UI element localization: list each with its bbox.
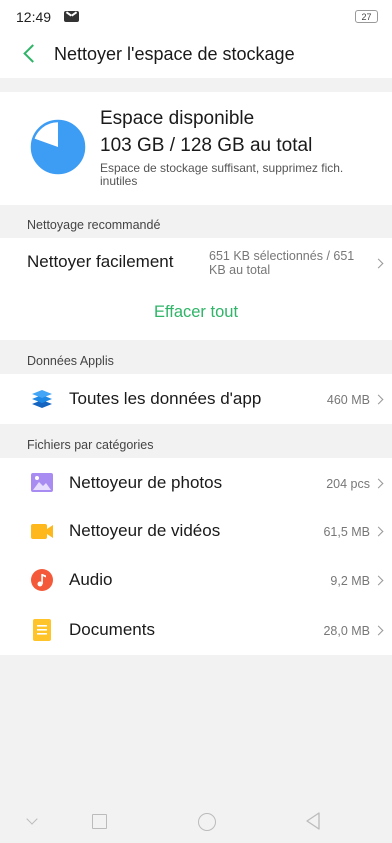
all-app-data-size: 460 MB bbox=[326, 393, 370, 407]
status-time: 12:49 bbox=[16, 9, 52, 25]
category-row-videos[interactable]: Nettoyeur de vidéos 61,5 MB bbox=[0, 507, 392, 555]
layers-icon bbox=[32, 390, 52, 408]
notification-icon bbox=[64, 11, 79, 22]
videos-label: Nettoyeur de vidéos bbox=[69, 521, 221, 540]
videos-size: 61,5 MB bbox=[323, 525, 370, 539]
chevron-right-icon bbox=[373, 625, 384, 636]
easy-clean-meta: 651 KB sélectionnés / 651 KB au total bbox=[209, 249, 355, 277]
empty-area bbox=[0, 655, 392, 799]
documents-size: 28,0 MB bbox=[323, 624, 370, 638]
chevron-right-icon bbox=[373, 526, 384, 537]
storage-pie-icon bbox=[30, 119, 86, 175]
videos-icon bbox=[31, 524, 53, 539]
documents-icon bbox=[33, 619, 51, 641]
section-header-categories: Fichiers par catégories bbox=[0, 426, 392, 458]
chevron-right-icon bbox=[373, 394, 384, 405]
all-app-data-row[interactable]: Toutes les données d'app 460 MB bbox=[0, 374, 392, 424]
recent-apps-icon[interactable] bbox=[92, 814, 107, 829]
storage-description: Espace de stockage suffisant, supprimez … bbox=[100, 161, 344, 188]
storage-title: Espace disponible bbox=[100, 108, 255, 129]
easy-clean-row[interactable]: Nettoyer facilement 651 KB sélectionnés … bbox=[0, 238, 392, 286]
screen: 12:49 27 Nettoyer l'espace de stockage E… bbox=[0, 0, 392, 843]
chevron-right-icon bbox=[373, 575, 384, 586]
app-header: Nettoyer l'espace de stockage bbox=[0, 34, 392, 78]
storage-value: 103 GB / 128 GB au total bbox=[100, 135, 313, 156]
back-triangle-icon[interactable] bbox=[305, 812, 321, 830]
storage-summary-card: Espace disponible 103 GB / 128 GB au tot… bbox=[0, 92, 392, 205]
documents-label: Documents bbox=[69, 620, 155, 639]
home-icon[interactable] bbox=[198, 813, 216, 831]
category-row-audio[interactable]: Audio 9,2 MB bbox=[0, 555, 392, 605]
photos-label: Nettoyeur de photos bbox=[69, 473, 223, 492]
category-row-photos[interactable]: Nettoyeur de photos 204 pcs bbox=[0, 458, 392, 507]
all-app-data-label: Toutes les données d'app bbox=[69, 389, 262, 408]
chevron-right-icon bbox=[373, 478, 384, 489]
page-title: Nettoyer l'espace de stockage bbox=[54, 44, 295, 64]
easy-clean-label: Nettoyer facilement bbox=[27, 252, 174, 271]
hide-nav-icon[interactable] bbox=[26, 813, 38, 825]
photos-icon bbox=[31, 473, 53, 492]
back-arrow-icon[interactable] bbox=[23, 44, 42, 63]
audio-label: Audio bbox=[69, 570, 113, 589]
clear-all-row: Effacer tout bbox=[0, 286, 392, 340]
photos-count: 204 pcs bbox=[326, 477, 370, 491]
status-bar: 12:49 27 bbox=[0, 0, 392, 34]
audio-size: 9,2 MB bbox=[330, 574, 370, 588]
system-nav-bar bbox=[0, 799, 392, 843]
section-header-recommended: Nettoyage recommandé bbox=[0, 206, 392, 238]
battery-icon: 27 bbox=[355, 10, 378, 23]
audio-icon bbox=[31, 569, 53, 591]
category-row-documents[interactable]: Documents 28,0 MB bbox=[0, 605, 392, 655]
clear-all-button[interactable]: Effacer tout bbox=[0, 303, 392, 322]
section-header-app-data: Données Applis bbox=[0, 342, 392, 374]
chevron-right-icon bbox=[373, 258, 384, 269]
